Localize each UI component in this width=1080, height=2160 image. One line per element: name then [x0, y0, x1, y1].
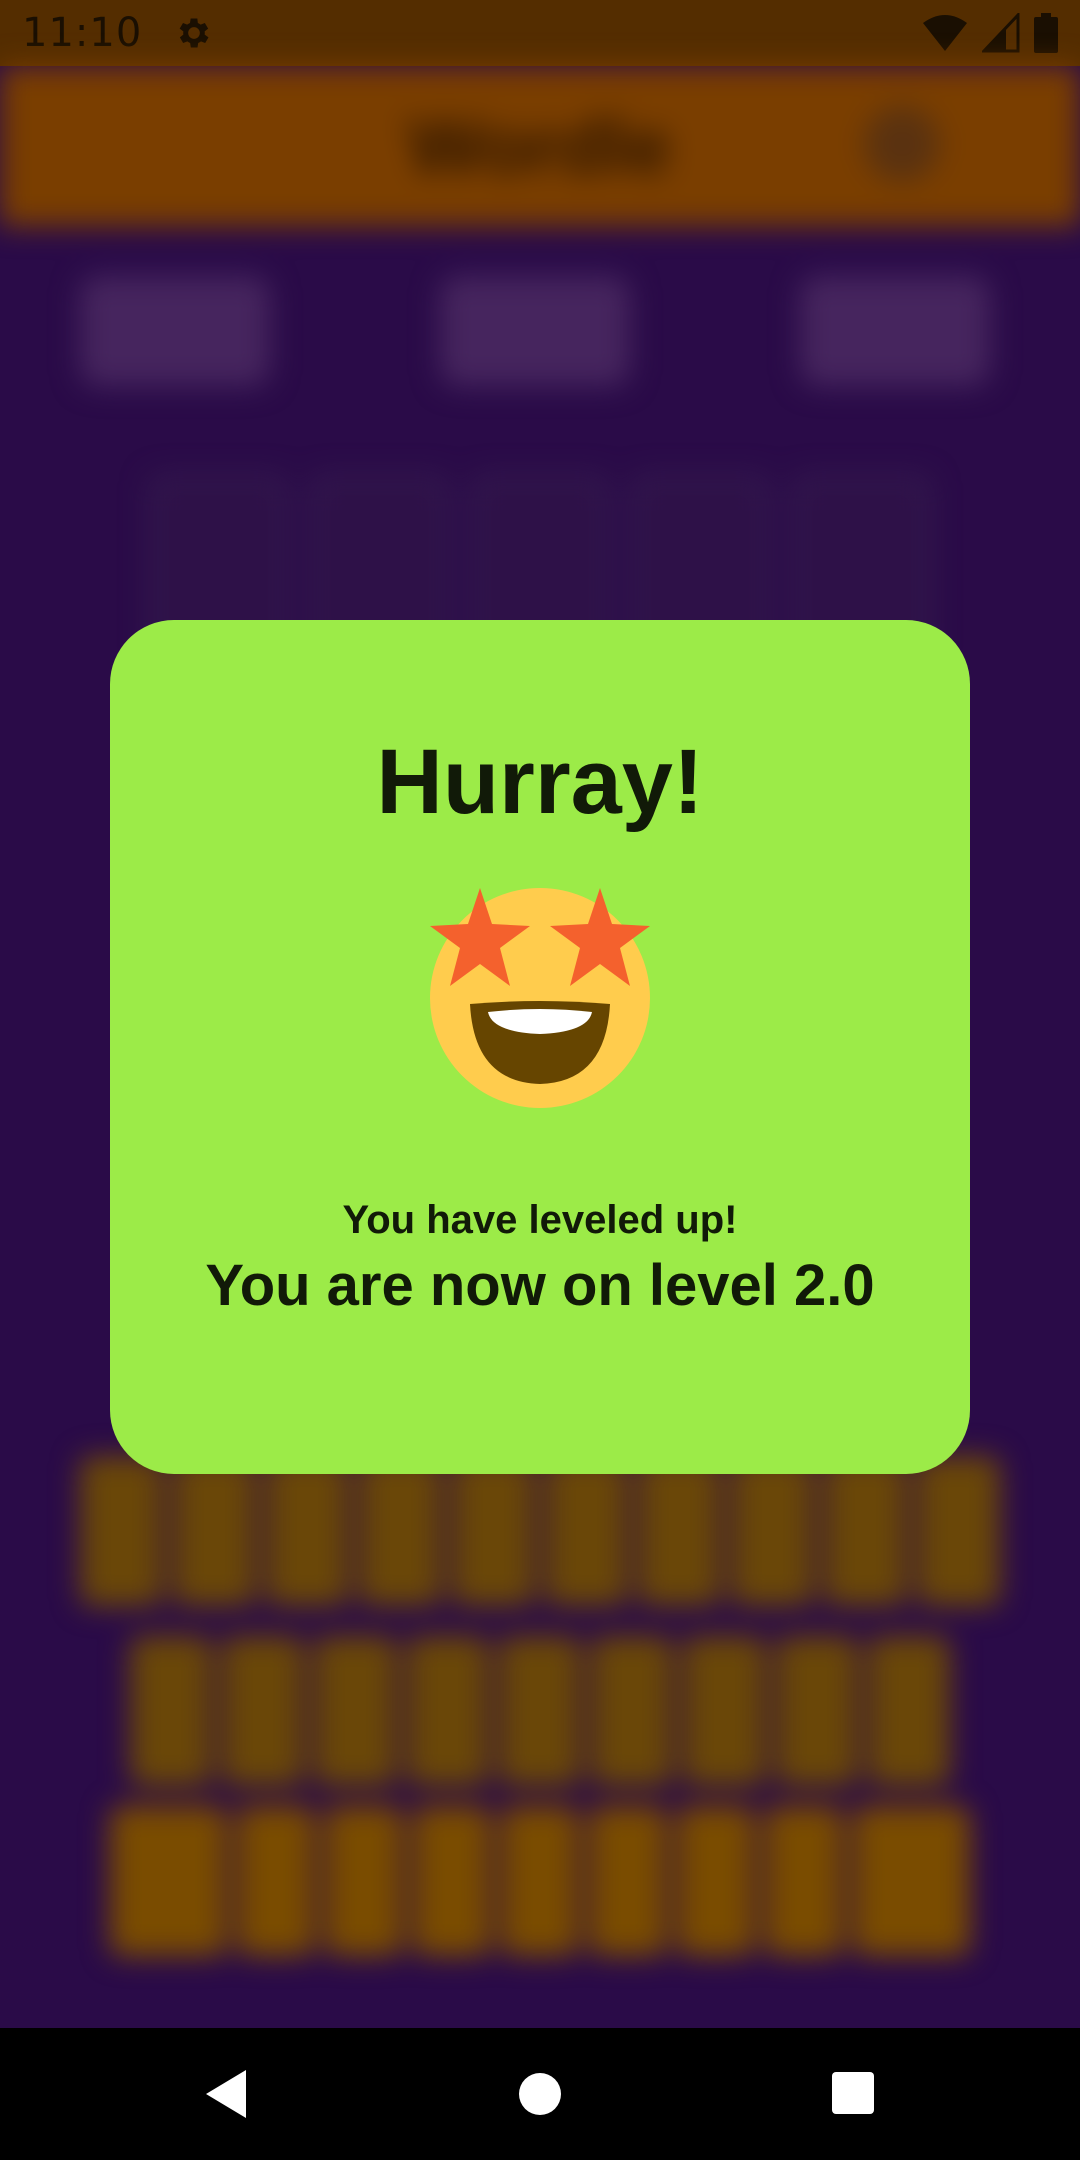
- recents-icon[interactable]: [826, 2066, 882, 2122]
- keyboard-key[interactable]: [173, 1456, 256, 1606]
- dialog-title: Hurray!: [376, 731, 704, 833]
- keyboard-key[interactable]: [80, 1456, 163, 1606]
- keyboard-key[interactable]: [452, 1456, 535, 1606]
- keyboard-key[interactable]: [765, 1806, 843, 1956]
- keyboard-key[interactable]: [775, 1636, 858, 1786]
- wifi-icon: [923, 15, 967, 51]
- level-up-dialog[interactable]: Hurray! You have leveled up! You are now…: [110, 620, 970, 1474]
- keyboard-key[interactable]: [501, 1806, 579, 1956]
- status-bar: 11:10: [0, 0, 1080, 66]
- keyboard-key[interactable]: [325, 1806, 403, 1956]
- stats-pill[interactable]: [80, 276, 270, 386]
- star-struck-face-icon: [430, 888, 650, 1108]
- keyboard-key[interactable]: [824, 1456, 907, 1606]
- app-header: Wordle: [0, 66, 1080, 226]
- settings-button[interactable]: [864, 106, 940, 182]
- keyboard-key[interactable]: [683, 1636, 766, 1786]
- battery-icon: [1034, 13, 1058, 53]
- keyboard-row-1: [80, 1456, 1000, 1606]
- keyboard-key[interactable]: [130, 1636, 213, 1786]
- keyboard-key[interactable]: [589, 1806, 667, 1956]
- coins-pill[interactable]: [800, 276, 990, 386]
- gear-icon: [179, 18, 209, 48]
- keyboard-key[interactable]: [413, 1806, 491, 1956]
- keyboard-key[interactable]: [314, 1636, 397, 1786]
- keyboard-key[interactable]: [591, 1636, 674, 1786]
- keyboard-key[interactable]: [222, 1636, 305, 1786]
- level-pill[interactable]: [440, 276, 630, 386]
- keyboard-key[interactable]: [266, 1456, 349, 1606]
- signal-icon: [982, 13, 1020, 53]
- keyboard-key[interactable]: [731, 1456, 814, 1606]
- enter-key[interactable]: [110, 1806, 227, 1956]
- keyboard-key[interactable]: [359, 1456, 442, 1606]
- keyboard-key[interactable]: [498, 1636, 582, 1786]
- dialog-level-text: You are now on level 2.0: [205, 1253, 875, 1318]
- backspace-key[interactable]: [853, 1806, 970, 1956]
- keyboard-key[interactable]: [867, 1636, 950, 1786]
- keyboard-row-3: [110, 1806, 970, 1956]
- home-icon[interactable]: [512, 2066, 568, 2122]
- keyboard-key[interactable]: [545, 1456, 628, 1606]
- keyboard-key[interactable]: [406, 1636, 489, 1786]
- keyboard-key[interactable]: [638, 1456, 721, 1606]
- keyboard-row-2: [130, 1636, 950, 1786]
- app-title: Wordle: [408, 101, 672, 190]
- keyboard-key[interactable]: [917, 1456, 1000, 1606]
- dialog-subtitle: You have leveled up!: [342, 1198, 738, 1242]
- navigation-bar: [0, 2028, 1080, 2160]
- keyboard-key[interactable]: [677, 1806, 755, 1956]
- keyboard-key[interactable]: [237, 1806, 315, 1956]
- back-icon[interactable]: [198, 2066, 254, 2122]
- status-time: 11:10: [22, 10, 143, 56]
